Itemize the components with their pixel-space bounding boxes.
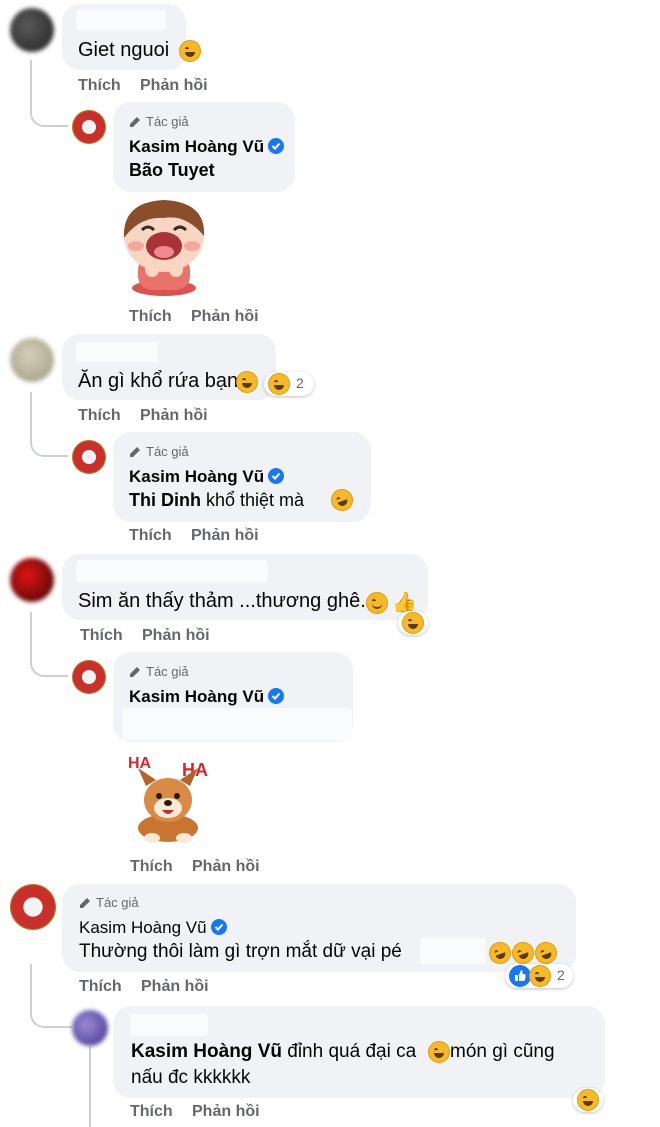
author-avatar[interactable] <box>72 440 106 474</box>
like-button[interactable]: Thích <box>79 978 122 996</box>
like-button[interactable]: Thích <box>78 77 121 95</box>
reply-button[interactable]: Phản hồi <box>191 308 259 326</box>
author-name[interactable]: Kasim Hoàng Vũ <box>129 687 285 707</box>
hidden-mention <box>420 938 486 964</box>
reply-button[interactable]: Phản hồi <box>191 527 259 545</box>
reply-button[interactable]: Phản hồi <box>141 978 209 996</box>
smile-emoji-icon <box>366 592 388 614</box>
mention-link[interactable]: Bão Tuyet <box>129 160 215 181</box>
reply-thread-line <box>30 60 68 127</box>
haha-dog-sticker: HA HA <box>128 755 208 843</box>
reply-button[interactable]: Phản hồi <box>140 407 208 425</box>
laugh-emoji-icon <box>236 371 258 393</box>
avatar[interactable] <box>10 8 54 52</box>
reply-thread-line <box>89 1046 91 1127</box>
hidden-username <box>76 342 158 362</box>
like-reaction-icon <box>509 965 531 987</box>
author-badge: Tác giả <box>129 114 189 129</box>
comment-text: Giet nguoi <box>78 39 170 61</box>
reply-button[interactable]: Phản hồi <box>192 1103 260 1121</box>
hidden-username <box>130 1014 208 1036</box>
laugh-emoji-icon <box>428 1041 450 1063</box>
reaction-count: 2 <box>557 967 565 983</box>
verified-icon <box>268 468 285 484</box>
pencil-icon <box>130 447 140 457</box>
reaction-count: 2 <box>296 375 304 391</box>
avatar[interactable] <box>10 558 54 602</box>
comment-text: Ăn gì khổ rứa bạn <box>78 370 239 392</box>
author-badge: Tác giả <box>129 664 189 679</box>
comment-text: Sim ăn thấy thảm ...thương ghê.. <box>78 590 372 612</box>
verified-icon <box>268 688 285 704</box>
reply-button[interactable]: Phản hồi <box>192 858 260 876</box>
comment-text: Thường thôi làm gì trợn mắt dữ vại pé <box>79 941 402 962</box>
reaction-summary[interactable]: 2 <box>264 372 314 396</box>
hidden-username <box>76 560 268 582</box>
author-avatar[interactable] <box>10 884 56 930</box>
verified-icon <box>210 919 227 935</box>
reply-text-line1: Kasim Hoàng Vũ đỉnh quá đại ca <box>131 1041 417 1062</box>
reply-thread-line <box>30 392 68 457</box>
mention-link[interactable]: Kasim Hoàng Vũ <box>131 1041 282 1062</box>
laugh-reaction-icon <box>268 373 290 395</box>
laugh-reaction-icon <box>402 612 424 634</box>
author-name[interactable]: Kasim Hoàng Vũ <box>129 467 285 487</box>
reaction-summary[interactable]: 2 <box>505 964 573 988</box>
verified-icon <box>268 138 285 154</box>
author-avatar[interactable] <box>72 110 106 144</box>
pencil-icon <box>130 117 140 127</box>
mention-link[interactable]: Thi Dinh <box>129 490 201 510</box>
hidden-reply-text <box>122 708 352 740</box>
like-button[interactable]: Thích <box>129 308 172 326</box>
laugh-reaction-icon <box>529 965 551 987</box>
reply-thread-line <box>30 964 72 1028</box>
avatar[interactable] <box>72 1010 108 1046</box>
reaction-summary[interactable] <box>398 611 428 635</box>
like-button[interactable]: Thích <box>78 407 121 425</box>
reply-text-line2: nấu đc kkkkkk <box>131 1067 251 1088</box>
laughing-girl-sticker <box>123 200 205 296</box>
like-button[interactable]: Thích <box>129 527 172 545</box>
pencil-icon <box>130 667 140 677</box>
author-name[interactable]: Kasim Hoàng Vũ <box>129 137 285 157</box>
avatar[interactable] <box>10 338 54 382</box>
reply-button[interactable]: Phản hồi <box>140 77 208 95</box>
reply-text: Thi Dinh khổ thiệt mà <box>129 490 305 510</box>
like-button[interactable]: Thích <box>130 858 173 876</box>
like-button[interactable]: Thích <box>80 627 123 645</box>
author-avatar[interactable] <box>72 660 106 694</box>
author-badge: Tác giả <box>129 444 189 459</box>
laugh-reaction-icon <box>577 1089 599 1111</box>
reply-button[interactable]: Phản hồi <box>142 627 210 645</box>
laugh-emoji-icon <box>179 40 201 62</box>
author-name[interactable]: Kasim Hoàng Vũ <box>79 918 227 938</box>
author-badge: Tác giả <box>79 895 139 910</box>
reaction-summary[interactable] <box>573 1088 603 1112</box>
like-button[interactable]: Thích <box>130 1103 173 1121</box>
pencil-icon <box>80 898 90 908</box>
reply-text-line1-end: món gì cũng <box>450 1041 555 1062</box>
hidden-username <box>76 10 166 30</box>
reply-thread-line <box>30 612 68 677</box>
